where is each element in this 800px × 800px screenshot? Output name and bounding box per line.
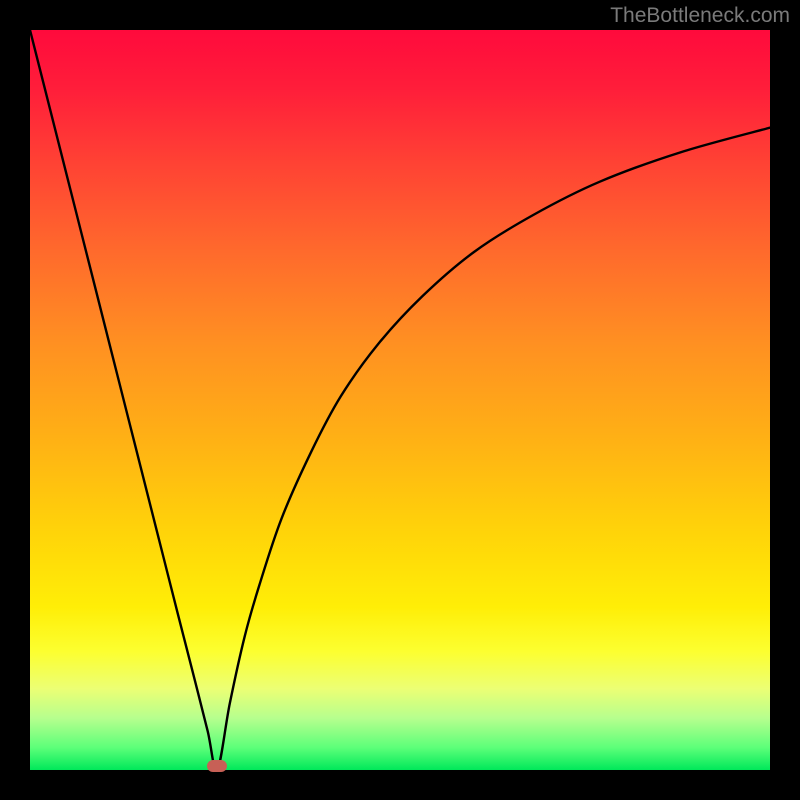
curve-path	[30, 30, 770, 770]
curve-svg	[30, 30, 770, 770]
plot-area	[30, 30, 770, 770]
watermark-text: TheBottleneck.com	[610, 4, 790, 28]
chart-frame: TheBottleneck.com	[0, 0, 800, 800]
minimum-marker	[207, 760, 227, 772]
